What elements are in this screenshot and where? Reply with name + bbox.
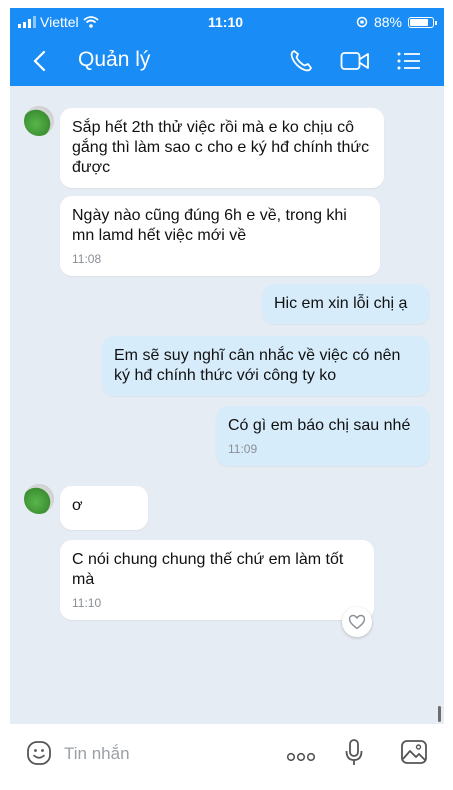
message-bubble-received[interactable]: C nói chung chung thế chứ em làm tốt mà … <box>60 540 374 620</box>
back-icon[interactable] <box>32 50 46 72</box>
wifi-icon <box>83 16 99 28</box>
message-bubble-sent[interactable]: Hic em xin lỗi chị ạ <box>262 284 430 324</box>
signal-icon <box>18 16 36 28</box>
battery-icon <box>408 16 437 28</box>
message-time: 11:10 <box>72 596 102 610</box>
contact-name[interactable]: Quản lý <box>78 48 150 72</box>
message-text: Có gì em báo chị sau nhé <box>228 417 411 434</box>
contact-avatar[interactable] <box>24 484 54 514</box>
message-bubble-received[interactable]: Sắp hết 2th thử việc rồi mà e ko chịu cô… <box>60 108 384 188</box>
heart-icon <box>348 614 366 630</box>
message-bubble-sent[interactable]: Có gì em báo chị sau nhé 11:09 <box>216 406 430 466</box>
react-heart-button[interactable] <box>342 607 372 637</box>
menu-list-icon[interactable] <box>396 50 422 72</box>
message-text: Em sẽ suy nghĩ cân nhắc về việc có nên k… <box>114 347 401 384</box>
battery-percent: 88% <box>373 14 402 30</box>
status-time: 11:10 <box>208 14 244 30</box>
compose-bar: Tin nhắn <box>10 724 444 782</box>
carrier-name: Viettel <box>40 14 79 30</box>
message-input[interactable]: Tin nhắn <box>64 744 130 764</box>
message-time: 11:09 <box>228 442 258 456</box>
status-bar: Viettel 11:10 88% <box>10 8 444 36</box>
contact-avatar[interactable] <box>24 106 54 136</box>
message-text: C nói chung chung thế chứ em làm tốt mà <box>72 551 344 588</box>
message-text: ơ <box>72 497 83 514</box>
more-options-icon[interactable] <box>286 752 316 762</box>
top-bar: Viettel 11:10 88% Quản lý <box>10 8 444 86</box>
video-call-icon[interactable] <box>340 50 370 72</box>
message-text: Hic em xin lỗi chị ạ <box>274 295 408 312</box>
message-text: Ngày nào cũng đúng 6h e về, trong khi mn… <box>72 207 347 244</box>
message-time: 11:08 <box>72 252 102 266</box>
emoji-icon[interactable] <box>26 740 52 766</box>
image-gallery-icon[interactable] <box>400 739 428 765</box>
chat-screen: Viettel 11:10 88% Quản lý Sắp hết 2th th… <box>10 8 444 782</box>
message-bubble-received[interactable]: ơ <box>60 486 148 530</box>
orientation-lock-icon <box>356 16 368 28</box>
message-bubble-received[interactable]: Ngày nào cũng đúng 6h e về, trong khi mn… <box>60 196 380 276</box>
microphone-icon[interactable] <box>344 738 364 768</box>
message-list[interactable]: Sắp hết 2th thử việc rồi mà e ko chịu cô… <box>10 86 444 724</box>
message-text: Sắp hết 2th thử việc rồi mà e ko chịu cô… <box>72 119 370 176</box>
scrollbar[interactable] <box>438 706 441 722</box>
phone-icon[interactable] <box>288 48 314 74</box>
chat-header: Quản lý <box>10 38 444 84</box>
message-bubble-sent[interactable]: Em sẽ suy nghĩ cân nhắc về việc có nên k… <box>102 336 430 396</box>
